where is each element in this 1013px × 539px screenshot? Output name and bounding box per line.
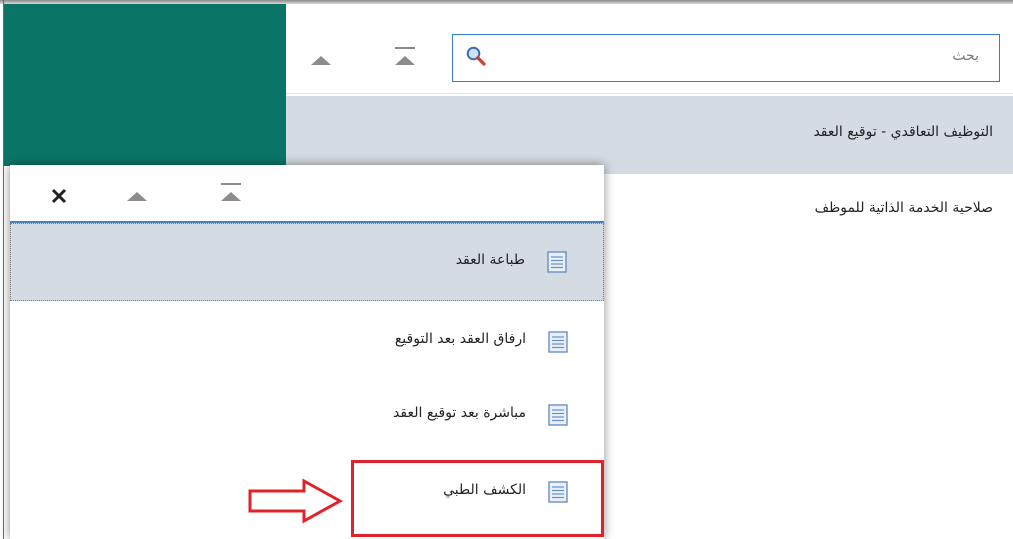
brand-panel (4, 4, 286, 166)
move-to-top-bar (395, 47, 415, 49)
popup-move-up-button[interactable] (122, 180, 152, 210)
move-up-icon (127, 192, 147, 201)
popup-move-to-top-button[interactable] (216, 177, 246, 207)
popup-item-label: مباشرة بعد توقيع العقد (393, 405, 526, 421)
popup-item-start-after-signing[interactable]: مباشرة بعد توقيع العقد (10, 379, 604, 457)
popup-item-label: ارفاق العقد بعد التوقيع (394, 331, 526, 347)
list-item-self-service[interactable]: صلاحية الخدمة الذاتية للموظف (604, 178, 1013, 248)
search-placeholder: بحث (952, 48, 979, 64)
move-up-button[interactable] (306, 45, 336, 75)
search-input[interactable]: بحث (452, 34, 1000, 82)
popup-toolbar (10, 165, 604, 223)
popup-item-print-contract[interactable]: طباعة العقد (10, 223, 604, 301)
move-to-top-bar (221, 183, 241, 185)
highlight-annotation-box (351, 460, 604, 537)
move-to-top-button[interactable] (390, 42, 420, 72)
document-icon (548, 331, 568, 353)
outline-arrow-right-icon (248, 478, 344, 524)
magnifier-icon (466, 46, 486, 66)
list-item-label: صلاحية الخدمة الذاتية للموظف (814, 200, 993, 216)
list-item-contract-signing[interactable]: التوظيف التعاقدي - توقيع العقد (286, 96, 1013, 174)
popup-item-attach-contract[interactable]: ارفاق العقد بعد التوقيع (10, 301, 604, 379)
list-item-label: التوظيف التعاقدي - توقيع العقد (813, 124, 993, 140)
close-icon[interactable] (50, 187, 68, 205)
app-frame: بحث التوظيف التعاقدي - توقيع العقد صلاحي… (0, 0, 1013, 539)
popup-item-label: طباعة العقد (455, 252, 525, 268)
move-up-icon (311, 56, 331, 65)
move-to-top-icon (395, 56, 415, 65)
search-toolbar: بحث (286, 4, 1013, 94)
document-icon (547, 251, 567, 273)
move-to-top-icon (221, 192, 241, 201)
document-icon (548, 404, 568, 426)
